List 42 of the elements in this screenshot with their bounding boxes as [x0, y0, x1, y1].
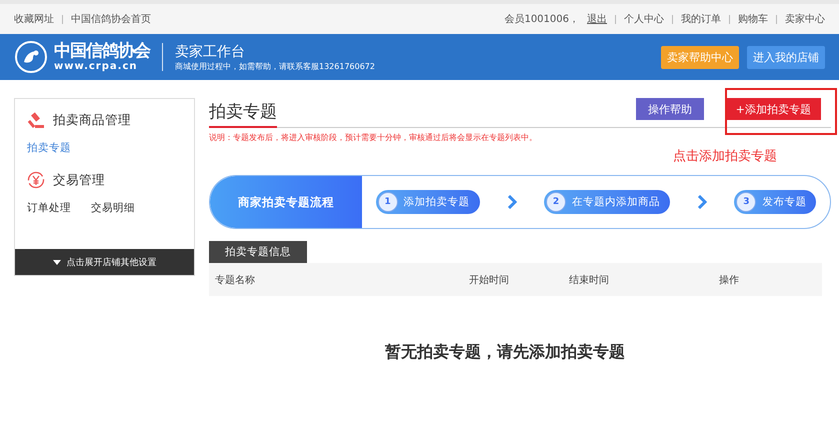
top-link[interactable]: 个人中心 — [624, 12, 664, 26]
step-number: 3 — [736, 192, 756, 212]
logo-name: 中国信鸽协会 — [54, 42, 150, 60]
logo-url: www.crpa.cn — [54, 62, 138, 72]
sidebar-link[interactable]: 拍卖专题 — [27, 141, 71, 155]
column-header: 操作 — [719, 274, 740, 286]
step-label: 发布专题 — [762, 195, 806, 209]
top-link[interactable]: 中国信鸽协会首页 — [71, 12, 151, 26]
section-tab[interactable]: 拍卖专题信息 — [209, 241, 307, 263]
logout-link[interactable]: 退出 — [587, 12, 607, 26]
caret-icon — [52, 260, 60, 264]
member-id: 会员1001006， — [504, 13, 579, 26]
note-text: 说明：专题发布后，将进入审核阶段，预计需要十分钟，审核通过后将会显示在专题列表中。 — [209, 132, 538, 143]
expand-settings-bar[interactable]: 点击展开店铺其他设置 — [15, 249, 194, 275]
step-number: 1 — [378, 192, 398, 212]
step-label: 添加拍卖专题 — [404, 195, 470, 209]
yen-icon — [27, 171, 45, 189]
add-topic-button[interactable]: +添加拍卖专题 — [726, 98, 821, 120]
chevron-right-icon — [697, 195, 708, 209]
sidebar-link[interactable]: 订单处理 — [27, 201, 71, 215]
help-button[interactable]: 操作帮助 — [636, 98, 704, 120]
section-title: 交易管理 — [53, 172, 105, 188]
step-number: 2 — [546, 192, 566, 212]
top-link[interactable]: 卖家中心 — [785, 12, 825, 26]
column-header: 结束时间 — [569, 274, 610, 286]
top-link[interactable]: 收藏网址 — [14, 12, 54, 26]
section-title: 拍卖商品管理 — [53, 112, 131, 128]
column-header: 专题名称 — [215, 274, 256, 286]
column-header: 开始时间 — [469, 274, 510, 286]
chevron-right-icon — [506, 195, 517, 209]
page-title: 拍卖专题 — [209, 100, 277, 128]
step-label: 在专题内添加商品 — [572, 195, 660, 209]
empty-message: 暂无拍卖专题，请先添加拍卖专题 — [385, 342, 625, 363]
gavel-icon — [27, 111, 45, 129]
top-link[interactable]: 购物车 — [738, 12, 768, 26]
help-contact-text: 商城使用过程中，如需帮助，请联系客服13261760672 — [175, 60, 375, 72]
annotation-text: 点击添加拍卖专题 — [673, 148, 777, 165]
process-title: 商家拍卖专题流程 — [210, 176, 362, 228]
dove-logo-icon — [14, 40, 48, 74]
top-link[interactable]: 我的订单 — [681, 12, 721, 26]
sidebar-link[interactable]: 交易明细 — [91, 201, 135, 215]
workbench-title: 卖家工作台 — [175, 42, 246, 60]
